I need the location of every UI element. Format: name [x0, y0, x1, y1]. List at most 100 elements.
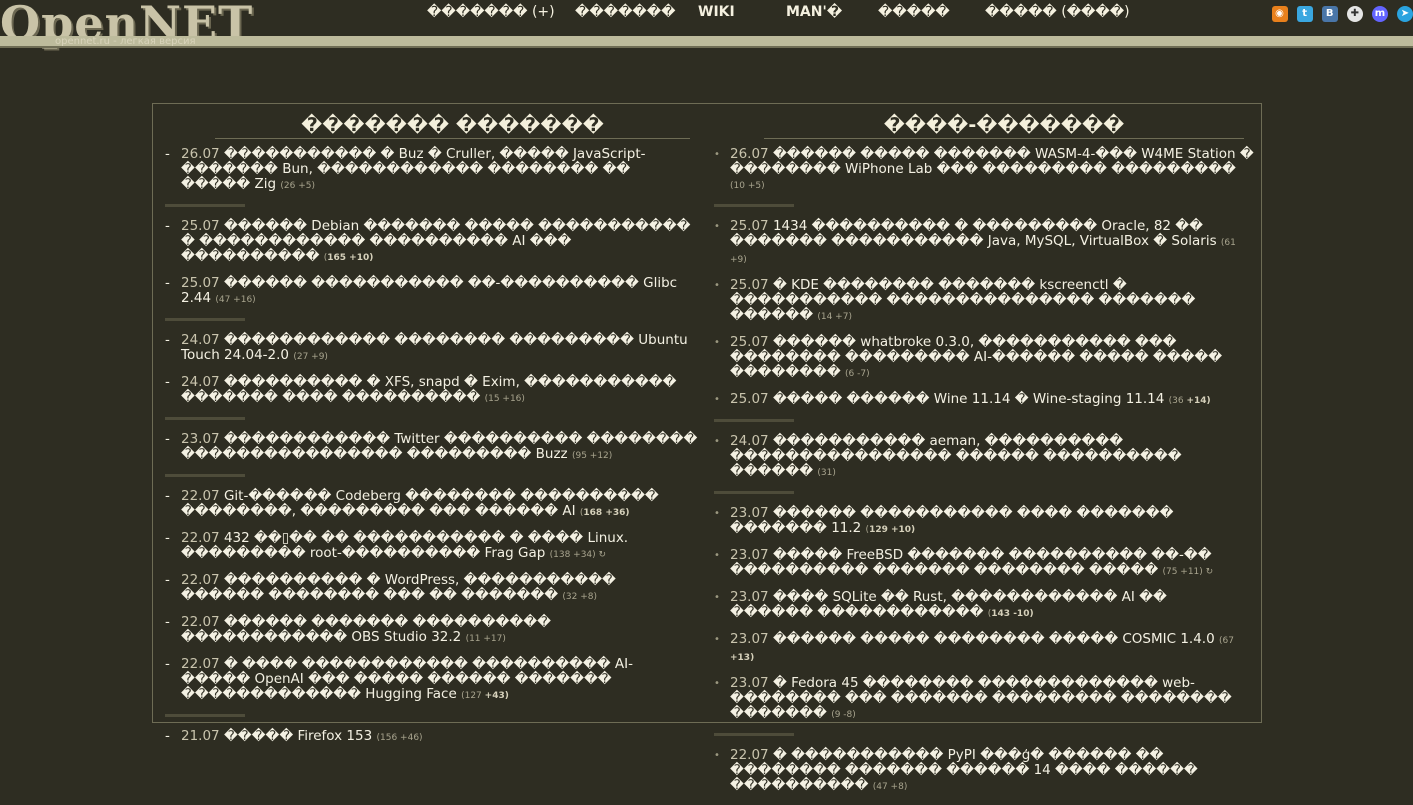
comment-count-text: (138 +34) ↻ [549, 550, 607, 560]
news-item: • 23.07 ������ ����������� ���� ������� �… [714, 506, 1254, 538]
bullet-icon: - [165, 614, 170, 630]
news-date: 22.07 [181, 614, 220, 630]
news-separator [165, 417, 245, 420]
news-item: -23.07 ������������ Twitter ���������� �… [165, 432, 700, 464]
comment-count-link[interactable]: (36 +14) [1169, 396, 1211, 406]
news-item: -24.07 ������������ �������� ��������� U… [165, 333, 700, 365]
header-stripe-shadow [0, 46, 1413, 48]
news-title-link[interactable]: ������������ Twitter ���������� ��������… [181, 431, 697, 462]
comment-count-text: (9 -8) [831, 710, 856, 720]
news-title-link[interactable]: � ����������� PyPI ���ģ� ������ �� �����… [730, 747, 1198, 793]
news-title-link[interactable]: � Fedora 45 �������� ������������� web-�… [730, 675, 1232, 721]
nav-rss[interactable]: ����� (����) [985, 4, 1130, 20]
nav-forum[interactable]: ������� [575, 4, 676, 20]
mini-news-title: ����-������� [764, 114, 1244, 139]
news-date: 25.07 [181, 218, 220, 234]
news-title-link[interactable]: ������ ����� ������� WASM-4-��� W4ME Sta… [730, 146, 1254, 177]
bullet-icon: - [165, 332, 170, 348]
news-date: 22.07 [181, 488, 220, 504]
twitter-icon[interactable]: t [1296, 6, 1313, 22]
mastodon-icon[interactable]: m [1371, 6, 1388, 22]
comment-count-link[interactable]: (27 +9) [293, 352, 328, 362]
comment-count-link[interactable]: (168 +36) [580, 508, 630, 518]
news-title-link[interactable]: ����� FreeBSD ������� ���������� ��-�� �… [730, 547, 1212, 578]
news-item: -22.07 ���������� � WordPress, ���������… [165, 573, 700, 605]
comment-count-link[interactable]: (10 +5) [730, 181, 765, 191]
news-separator [165, 714, 245, 717]
news-item: -25.07 ������ ����������� ��-���������� … [165, 276, 700, 308]
rss-icon[interactable]: ◉ [1271, 6, 1288, 22]
news-title-link[interactable]: ������ ����� �������� ����� COSMIC 1.4.0 [773, 631, 1215, 647]
news-item: -22.07 Git-������ Codeberg �������� ����… [165, 489, 700, 521]
news-title-link[interactable]: ����������� aeman, ���������� ����������… [730, 433, 1182, 479]
news-title-link[interactable]: ���� SQLite �� Rust, ������������ AI �� … [730, 589, 1167, 620]
news-title-link[interactable]: ����� Firefox 153 [224, 728, 372, 744]
news-title-link[interactable]: � KDE �������� ������� kscreenctl � ����… [730, 277, 1195, 323]
comment-count-link[interactable]: (31) [817, 468, 835, 478]
bullet-icon: • [714, 592, 720, 603]
bullet-icon: • [714, 750, 720, 761]
comment-count-bold: +43) [484, 691, 509, 701]
telegram-icon[interactable]: ➤ [1397, 6, 1413, 22]
news-separator [714, 419, 794, 422]
news-item: -21.07 ����� Firefox 153 (156 +46) [165, 729, 700, 746]
comment-count-link[interactable]: (14 +7) [817, 312, 852, 322]
comment-count-link[interactable]: (156 +46) [377, 733, 423, 743]
comment-count-bold: +14) [1186, 396, 1211, 406]
news-title-link[interactable]: ������������ �������� ��������� Ubuntu T… [181, 332, 688, 363]
bullet-icon: • [714, 280, 720, 291]
comment-count-link[interactable]: (9 -8) [831, 710, 856, 720]
comment-count-link[interactable]: (47 +8) [873, 782, 908, 792]
news-separator [165, 204, 245, 207]
main-news-column: ������� ������� - 26.07 ����������� � Buz… [165, 114, 700, 756]
comment-count-link[interactable]: (32 +8) [562, 592, 597, 602]
mini-news-column: ����-������� • 26.07 ������ ����� �������… [714, 114, 1254, 805]
comment-count-link[interactable]: (129 +10) [866, 525, 916, 535]
main-news-list: - 26.07 ����������� � Buz � Cruller, ����… [165, 147, 700, 746]
news-title-link[interactable]: ����������� � Buz � Cruller, ����� JavaS… [181, 146, 646, 192]
news-title-link[interactable]: 1434 ���������� � ��������� Oracle, 82 �… [730, 218, 1217, 249]
bullet-icon: - [165, 530, 170, 546]
news-title-link[interactable]: ���������� � WordPress, ����������� ����… [181, 572, 616, 603]
bullet-icon: • [714, 221, 720, 232]
livejournal-icon[interactable]: ✚ [1346, 6, 1363, 22]
comment-count-link[interactable]: (26 +5) [280, 181, 315, 191]
comment-count-link[interactable]: (95 +12) [572, 451, 612, 461]
news-title-link[interactable]: ����� ������ Wine 11.14 � Wine-staging 1… [773, 391, 1164, 407]
news-item: • 23.07 ����� FreeBSD ������� ���������� … [714, 548, 1254, 580]
bullet-icon: - [165, 728, 170, 744]
mini-news-list: • 26.07 ������ ����� ������� WASM-4-��� W… [714, 147, 1254, 795]
news-date: 26.07 [181, 146, 220, 162]
nav-news[interactable]: ������� (+) [427, 4, 555, 20]
nav-man[interactable]: MAN'� [786, 4, 842, 20]
news-date: 23.07 [181, 431, 220, 447]
comment-count-link[interactable]: (138 +34) ↻ [550, 550, 606, 560]
bullet-icon: • [714, 337, 720, 348]
comment-count-link[interactable]: (15 +16) [485, 394, 525, 404]
vk-icon[interactable]: B [1321, 6, 1338, 22]
comment-count-link[interactable]: (6 -7) [845, 369, 870, 379]
news-title-link[interactable]: � ���� ������������ ���������� AI-����� … [181, 656, 633, 702]
main-nav: ������� (+) ������� WIKI MAN'� ����� ���… [0, 4, 1413, 26]
news-title-link[interactable]: ������ Debian ������� ����� ����������� … [181, 218, 690, 264]
comment-count-text: (11 +17) [465, 634, 506, 644]
news-title-link[interactable]: ������ whatbroke 0.3.0, ����������� ��� … [730, 334, 1222, 380]
news-date: 23.07 [730, 675, 769, 691]
news-separator [714, 733, 794, 736]
news-title-link[interactable]: ���������� � XFS, snapd � Exim, ��������… [181, 374, 676, 405]
comment-count-link[interactable]: (47 +16) [215, 295, 255, 305]
main-news-title: ������� ������� [215, 114, 690, 139]
nav-wiki[interactable]: WIKI [698, 4, 735, 20]
bullet-icon: - [165, 374, 170, 390]
comment-count-link[interactable]: (127 +43) [461, 691, 509, 701]
comment-count-text: (14 +7) [817, 312, 852, 322]
nav-search[interactable]: ����� [878, 4, 950, 20]
comment-count-link[interactable]: (75 +11) ↻ [1162, 567, 1213, 577]
bullet-icon: • [714, 508, 720, 519]
news-title-link[interactable]: ������ ����������� ���� ������� ������� … [730, 505, 1173, 536]
site-subtitle[interactable]: opennet.ru - легкая версия [55, 36, 196, 47]
comment-count-link[interactable]: (11 +17) [466, 634, 506, 644]
news-separator [165, 318, 245, 321]
comment-count-link[interactable]: (165 +10) [324, 253, 374, 263]
comment-count-link[interactable]: (143 -10) [988, 609, 1034, 619]
